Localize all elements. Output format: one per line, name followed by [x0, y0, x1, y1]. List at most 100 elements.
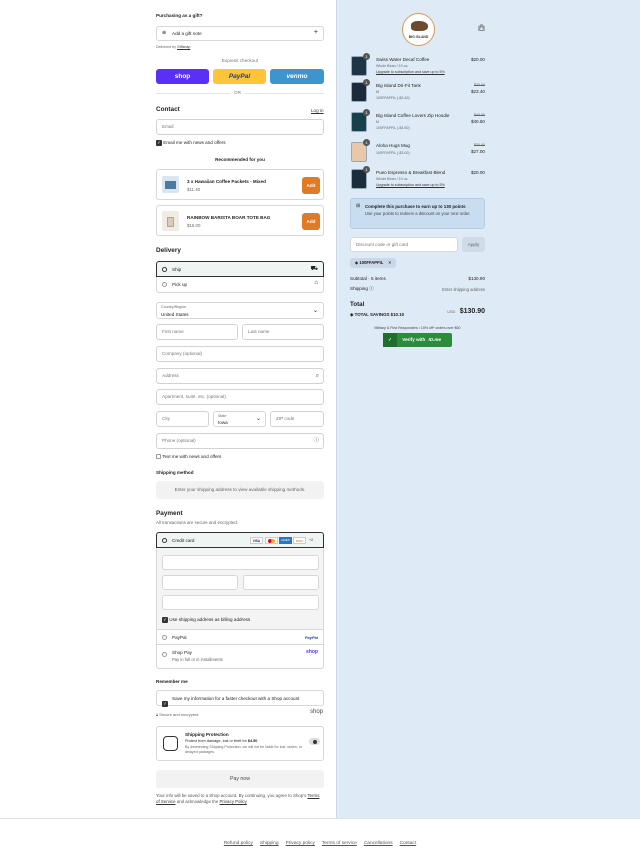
- state-select[interactable]: State Iowa ⌄: [213, 411, 266, 427]
- total-savings: ◈ TOTAL SAVINGS $10.10: [350, 312, 404, 318]
- security-code-field[interactable]: [243, 575, 319, 590]
- lock-icon: 🔒︎: [156, 712, 159, 717]
- city-placeholder: City: [162, 416, 170, 421]
- cart-bag-icon[interactable]: 👜︎: [477, 24, 486, 32]
- plus-icon: +: [313, 29, 318, 36]
- shop-pay-button[interactable]: shop: [156, 69, 209, 84]
- add-button[interactable]: Add: [302, 177, 320, 194]
- privacy-policy-link[interactable]: Privacy policy: [286, 841, 315, 846]
- shipping-link[interactable]: Shipping: [260, 841, 279, 846]
- rewards-subtitle: Use your points to redeem a discount on …: [365, 211, 471, 216]
- card-name-field[interactable]: [162, 595, 319, 610]
- email-field[interactable]: Email: [156, 119, 324, 135]
- savings-value: $10.10: [390, 312, 405, 317]
- tag-icon: ◈: [350, 312, 354, 317]
- verify-label: Verify with: [402, 337, 426, 342]
- brand-logo: BIG ISLAND: [402, 13, 435, 46]
- remember-title: Remember me: [156, 679, 188, 684]
- checkbox-checked-icon: ✓: [156, 140, 162, 146]
- contact-link[interactable]: Contact: [400, 841, 417, 846]
- checkbox-icon: [156, 454, 161, 460]
- credit-card-option[interactable]: Credit card VISA AMEX DISC +2: [156, 532, 324, 548]
- item-price: $20.00: [470, 170, 485, 175]
- shop-pay-option[interactable]: Shop Pay Pay in full or in installments …: [156, 645, 324, 669]
- pickup-label: Pick up: [172, 282, 188, 287]
- paypal-option[interactable]: PayPal PayPal: [156, 629, 324, 645]
- currency-label: USD: [447, 310, 456, 314]
- address-field[interactable]: Address ⌕: [156, 368, 324, 384]
- discount-code: 100FFAPFIL: [359, 260, 384, 265]
- subscription-link[interactable]: Upgrade to subscription and save up to 5…: [376, 70, 445, 74]
- email-news-label: Email me with news and offers: [163, 140, 226, 146]
- item-old-price: $30.00: [474, 143, 485, 147]
- country-select[interactable]: Country/Region United States ⌄: [156, 302, 324, 319]
- amex-icon: AMEX: [279, 537, 292, 544]
- company-field[interactable]: Company (optional): [156, 346, 324, 362]
- remember-checkbox[interactable]: ✓ Save my information for a faster check…: [156, 690, 324, 707]
- discount-field[interactable]: Discount code or gift card: [350, 237, 458, 252]
- last-name-placeholder: Last name: [248, 329, 270, 334]
- protection-title: Shipping Protection: [185, 732, 229, 737]
- checkout-form-column: Purchasing as a gift? ⊕ Add a gift note …: [0, 0, 336, 818]
- shop-pay-option-label: Shop Pay: [172, 650, 192, 655]
- checkbox-checked-icon: ✓: [162, 617, 168, 623]
- item-name: Big Island Dri-Fit Tank: [376, 83, 421, 88]
- login-link[interactable]: Log in: [311, 108, 324, 113]
- close-icon[interactable]: ×: [388, 260, 390, 265]
- remember-label: Save my information for a faster checkou…: [172, 696, 300, 701]
- savings-label: TOTAL SAVINGS: [354, 312, 390, 317]
- help-icon[interactable]: ⓘ: [313, 434, 319, 448]
- subscription-link[interactable]: Upgrade to subscription and save up to 5…: [376, 183, 445, 187]
- info-icon[interactable]: ⓘ: [369, 286, 373, 291]
- paypal-option-label: PayPal: [172, 635, 187, 640]
- pay-now-button[interactable]: Pay now: [156, 770, 324, 788]
- quantity-badge: 1: [363, 166, 370, 173]
- last-name-field[interactable]: Last name: [242, 324, 324, 340]
- expiry-field[interactable]: [162, 575, 238, 590]
- billing-checkbox[interactable]: ✓ Use shipping address as billing addres…: [162, 617, 250, 623]
- apply-button[interactable]: Apply: [462, 237, 485, 252]
- credit-card-label: Credit card: [172, 538, 195, 543]
- verify-idme-button[interactable]: ✓ Verify with ID.me: [383, 333, 452, 347]
- quantity-badge: 1: [363, 139, 370, 146]
- brand-logo-text: BIG ISLAND: [408, 35, 429, 39]
- item-price: $20.00: [470, 57, 485, 62]
- radio-icon: [162, 652, 167, 657]
- terms-of-service-link[interactable]: Terms of service: [322, 841, 357, 846]
- cart-item: 1 Pueo Espresso & Breakfast Blend Whole …: [351, 166, 485, 191]
- radio-icon: [162, 282, 167, 287]
- discount-placeholder: Discount code or gift card: [356, 242, 409, 247]
- gift-note-button[interactable]: ⊕ Add a gift note +: [156, 26, 324, 41]
- ship-option[interactable]: Ship ⛟: [156, 261, 324, 277]
- item-price: $23.40: [470, 89, 485, 94]
- recommended-item-name: RAINBOW BARISTA BOAR TOTE BAG: [187, 215, 271, 220]
- cart-item: 1 Aloha Hugs Mug 100FFAPFIL (-$3.00) $30…: [351, 139, 485, 164]
- add-button[interactable]: Add: [302, 213, 320, 230]
- text-news-checkbox[interactable]: Text me with news and offers: [156, 454, 221, 460]
- item-variant: Whole Bean / 10 oz.: [376, 177, 409, 181]
- subtotal-label: Subtotal · 5 items: [350, 276, 386, 281]
- first-name-field[interactable]: First name: [156, 324, 238, 340]
- shipping-label: Shipping ⓘ: [350, 286, 374, 292]
- phone-field[interactable]: Phone (optional) ⓘ: [156, 433, 324, 449]
- secure-label: Secure and encrypted: [159, 712, 199, 717]
- refund-policy-link[interactable]: Refund policy: [224, 841, 253, 846]
- or-label: OR: [230, 90, 245, 95]
- venmo-button[interactable]: venmo: [270, 69, 324, 84]
- shipping-value: Enter shipping address: [442, 287, 485, 292]
- card-fields-panel: ✓ Use shipping address as billing addres…: [156, 548, 324, 629]
- shop-logo-icon: shop: [310, 709, 324, 715]
- paypal-button[interactable]: PayPal: [213, 69, 266, 84]
- apartment-field[interactable]: Apartment, suite, etc. (optional): [156, 389, 324, 405]
- protection-toggle[interactable]: [309, 738, 320, 745]
- pickup-option[interactable]: Pick up ⌂: [156, 277, 324, 293]
- city-field[interactable]: City: [156, 411, 209, 427]
- zip-field[interactable]: ZIP code: [270, 411, 324, 427]
- email-news-checkbox[interactable]: ✓ Email me with news and offers: [156, 140, 226, 146]
- cancellations-link[interactable]: Cancellations: [364, 841, 393, 846]
- discount-note: 100FFAPFIL (-$3.40): [376, 96, 410, 100]
- zip-placeholder: ZIP code: [276, 416, 295, 421]
- giftsnap-link[interactable]: Giftsnap: [177, 45, 190, 49]
- card-number-field[interactable]: [162, 555, 319, 570]
- privacy-link[interactable]: Privacy Policy: [220, 799, 247, 804]
